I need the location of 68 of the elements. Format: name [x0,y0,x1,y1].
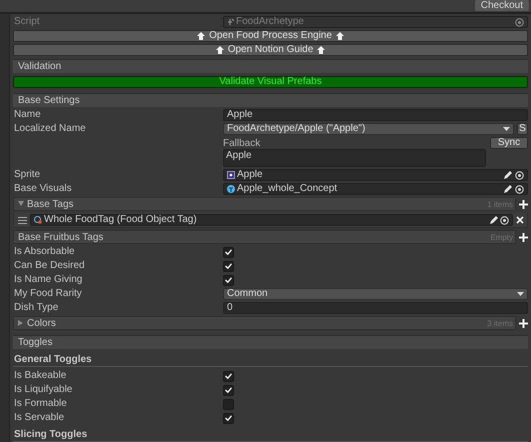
field-label: Localized Name [13,123,87,135]
collapsed-triangle-icon[interactable] [18,320,24,326]
checkbox[interactable] [223,274,234,286]
up-arrow-icon [216,46,224,54]
validate-button[interactable]: Validate Visual Prefabs [13,76,528,88]
checkmark-icon [225,373,232,379]
field-label: Is Bakeable [13,370,68,382]
checkbox[interactable] [223,260,234,272]
list-title: Colors [27,318,56,328]
checkmark-icon [225,263,232,269]
field-label: Is Formable [13,398,68,410]
field-label: Is Name Giving [13,274,84,286]
dropdown[interactable]: FoodArchetype/Apple ("Apple") [223,123,514,135]
checkbox[interactable] [223,384,234,396]
field-label: Is Liquifyable [13,384,74,396]
script-icon [227,18,234,26]
checkmark-icon [225,415,232,421]
caret-icon [517,292,524,296]
section-header: Base Settings [13,93,528,107]
group-title: Slicing Toggles [13,428,528,442]
field-label: My Food Rarity [13,288,83,300]
field-label: Sprite [13,169,42,181]
checkmark-icon [225,277,232,283]
text-field[interactable]: Apple [223,109,528,121]
checkmark-icon [225,387,232,393]
script-field: FoodArchetype [223,16,528,28]
drag-handle-icon[interactable] [18,216,27,224]
field-label: Is Servable [13,412,66,424]
field-label: Script [13,16,41,28]
close-icon[interactable] [516,216,524,224]
object-field[interactable]: Whole FoodTag (Food Object Tag) [30,214,513,226]
checkbox[interactable] [223,398,234,410]
list-title: Base Fruitbus Tags [18,232,104,242]
link-button[interactable]: Open Notion Guide [13,44,528,56]
sprite-icon [227,171,235,179]
list-title: Base Tags [27,198,74,210]
checkbox[interactable] [223,412,234,424]
checkbox[interactable] [223,246,234,258]
checkmark-icon [225,249,232,255]
section-header: Validation [13,59,528,73]
s-button[interactable]: S [517,123,528,135]
field-label: Name [13,109,42,121]
field-label: Is Absorbable [13,246,76,258]
expanded-triangle-icon[interactable] [18,201,24,207]
link-button[interactable]: Open Food Process Engine [13,30,528,42]
checkbox[interactable] [223,370,234,382]
tag-icon [34,216,42,224]
plus-icon[interactable] [519,200,528,208]
plus-icon[interactable] [519,232,528,242]
fallback-label: Fallback [223,138,262,148]
plus-icon[interactable] [519,318,528,328]
field-label: Can Be Desired [13,260,86,272]
up-arrow-icon [336,32,344,40]
caret-icon [503,127,510,131]
fallback-text-area[interactable]: Apple [223,149,486,167]
object-field[interactable]: Apple_whole_Concept [223,183,528,195]
field-label: Base Visuals [13,183,73,195]
sync-button[interactable]: Sync [490,137,528,149]
up-arrow-icon [197,32,206,40]
object-field[interactable]: Apple [223,169,528,181]
text-field[interactable]: 0 [223,302,528,314]
group-title: General Toggles [13,353,528,367]
section-header: Toggles [13,335,528,349]
dropdown[interactable]: Common [223,288,528,300]
field-label: Dish Type [13,302,60,314]
pencil-icon[interactable] [489,216,498,224]
checkout-button[interactable]: Checkout [474,0,529,11]
up-arrow-icon [317,46,326,54]
